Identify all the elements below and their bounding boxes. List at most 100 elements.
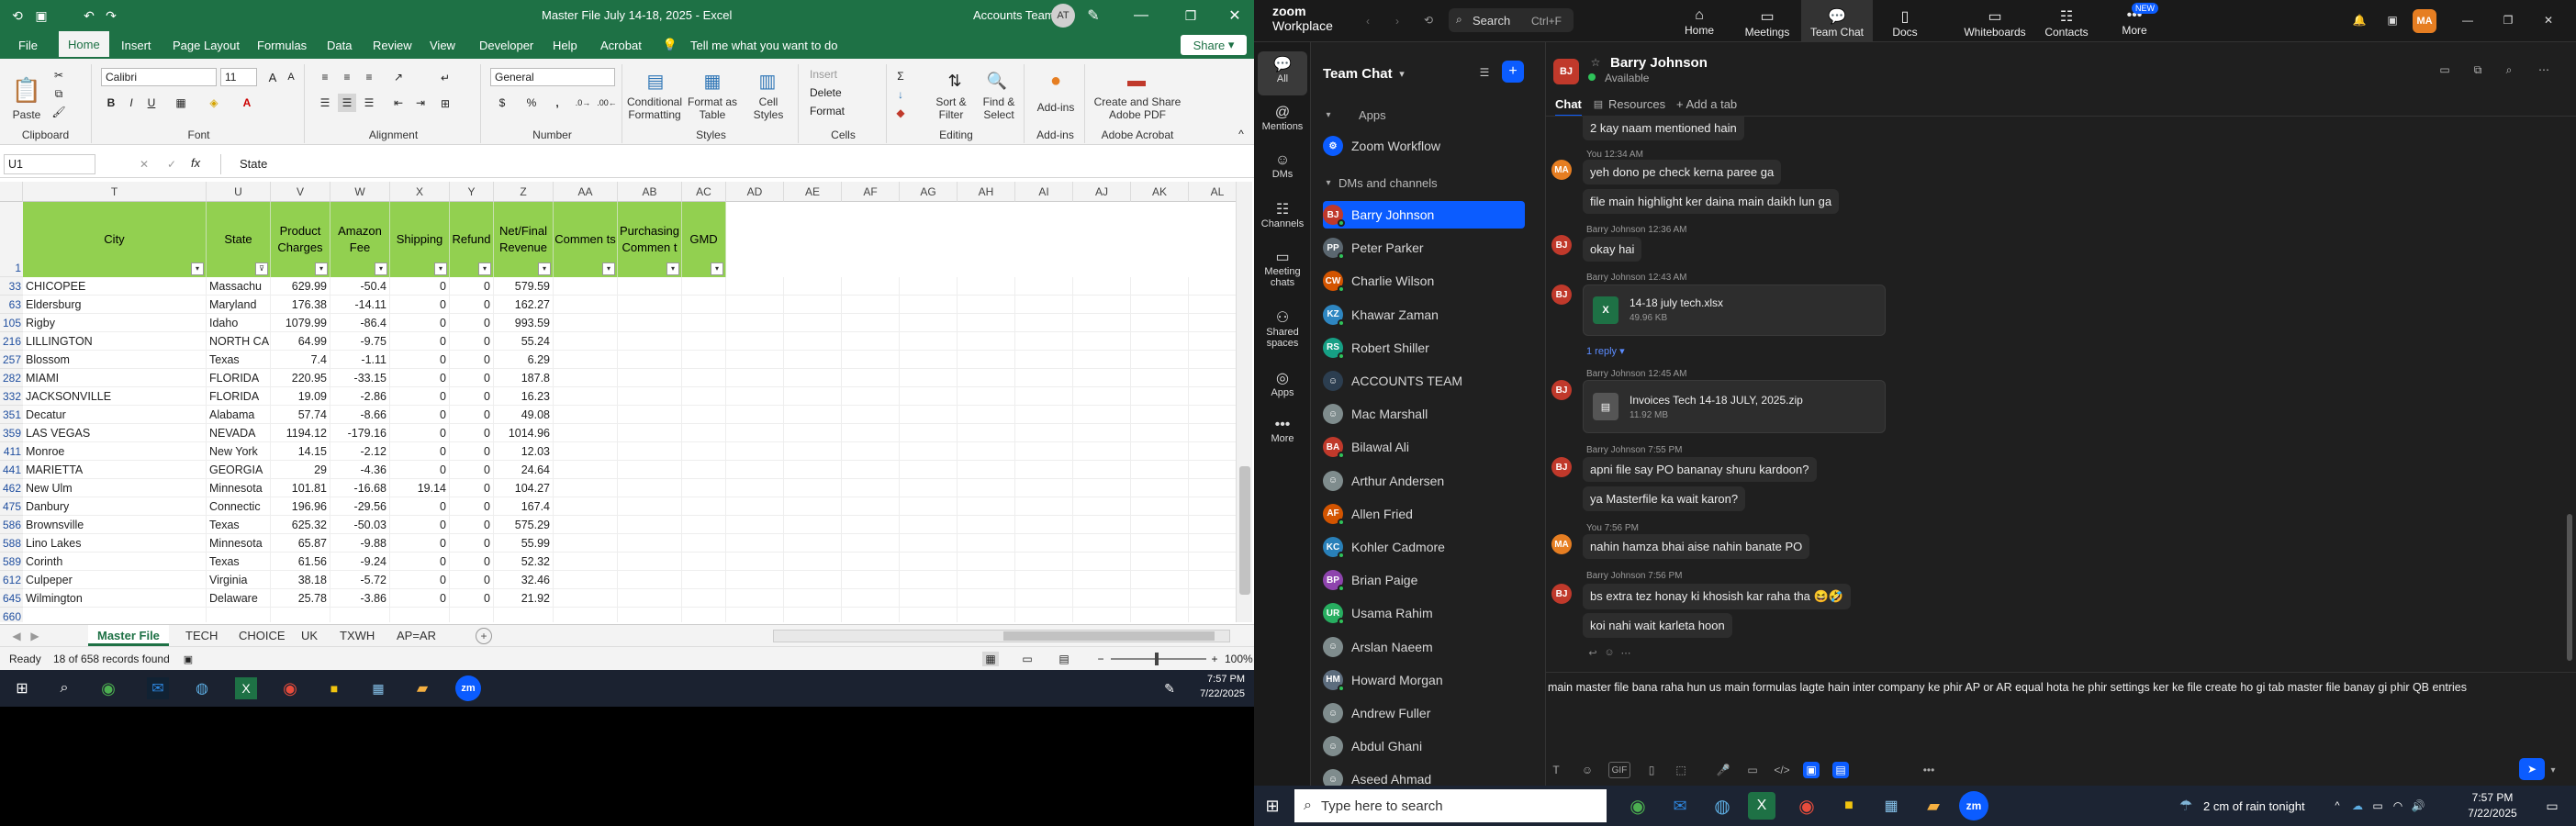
- grid-cell[interactable]: 19.09: [271, 387, 330, 406]
- sidebar-item-contact[interactable]: ☺ Abdul Ghani: [1323, 732, 1534, 760]
- sidebar-item-contact[interactable]: ☺ Arthur Andersen: [1323, 467, 1534, 495]
- empty-cell[interactable]: [784, 406, 842, 424]
- select-all-corner[interactable]: [0, 182, 23, 202]
- empty-cell[interactable]: [1073, 442, 1131, 461]
- pen-icon[interactable]: ✎: [1083, 6, 1103, 26]
- empty-cell[interactable]: [1131, 571, 1189, 589]
- empty-cell[interactable]: [900, 314, 958, 332]
- empty-cell[interactable]: [784, 516, 842, 534]
- calculator-icon[interactable]: ▦: [367, 677, 389, 699]
- nav-home[interactable]: ⌂ Home: [1667, 7, 1731, 37]
- column-header[interactable]: AB: [618, 182, 682, 202]
- grid-cell[interactable]: Minnesota: [207, 534, 271, 553]
- grid-cell[interactable]: MIAMI: [23, 369, 207, 387]
- empty-cell[interactable]: [1015, 589, 1073, 608]
- empty-cell[interactable]: [842, 589, 900, 608]
- message-input[interactable]: main master file bana raha hun us main f…: [1548, 681, 2567, 701]
- header-cell[interactable]: GMD ▾: [682, 202, 726, 277]
- increase-font-icon[interactable]: A: [264, 68, 281, 86]
- sidebar-item-contact[interactable]: ☺ Andrew Fuller: [1323, 699, 1534, 727]
- grid-cell[interactable]: 176.38: [271, 296, 330, 314]
- filter-dropdown-icon[interactable]: ▾: [478, 262, 491, 275]
- grid-cell[interactable]: -8.66: [330, 406, 390, 424]
- grid-cell[interactable]: 625.32: [271, 516, 330, 534]
- align-right-icon[interactable]: ☰: [360, 94, 378, 112]
- column-header[interactable]: Z: [494, 182, 554, 202]
- grid-cell[interactable]: 0: [450, 534, 494, 553]
- empty-cell[interactable]: [1073, 589, 1131, 608]
- empty-cell[interactable]: [900, 442, 958, 461]
- tray-chevron-icon[interactable]: ^: [2330, 798, 2345, 813]
- account-avatar[interactable]: AT: [1051, 4, 1075, 28]
- new-chat-button[interactable]: +: [1502, 61, 1524, 83]
- rail-apps[interactable]: ◎ Apps: [1254, 369, 1311, 398]
- empty-cell[interactable]: [554, 369, 618, 387]
- empty-cell[interactable]: [618, 424, 682, 442]
- column-header[interactable]: AJ: [1073, 182, 1131, 202]
- grid-cell[interactable]: 0: [390, 424, 450, 442]
- grid-cell[interactable]: -50.4: [330, 277, 390, 296]
- grid-cell[interactable]: Lino Lakes: [23, 534, 207, 553]
- grid-cell[interactable]: -5.72: [330, 571, 390, 589]
- empty-cell[interactable]: [618, 351, 682, 369]
- empty-cell[interactable]: [1015, 608, 1073, 622]
- taskbar-explorer-icon[interactable]: ▰: [1917, 789, 1950, 822]
- tab-file[interactable]: File: [18, 39, 38, 52]
- empty-cell[interactable]: [900, 424, 958, 442]
- empty-cell[interactable]: [784, 479, 842, 497]
- notification-center-icon[interactable]: ▭: [2543, 797, 2561, 815]
- empty-cell[interactable]: [726, 424, 784, 442]
- cell-styles-icon[interactable]: ▥: [755, 68, 780, 94]
- sidebar-item-contact[interactable]: ☺ ACCOUNTS TEAM: [1323, 367, 1534, 395]
- empty-cell[interactable]: [1015, 314, 1073, 332]
- empty-cell[interactable]: [1073, 296, 1131, 314]
- format-painter-icon[interactable]: 🖌: [51, 105, 66, 119]
- sidebar-item-contact[interactable]: CW Charlie Wilson: [1323, 267, 1534, 295]
- grid-cell[interactable]: 25.78: [271, 589, 330, 608]
- align-left-icon[interactable]: ☰: [316, 94, 334, 112]
- empty-cell[interactable]: [958, 424, 1015, 442]
- bold-icon[interactable]: B: [103, 94, 119, 112]
- collapse-ribbon-icon[interactable]: ^: [1234, 127, 1249, 141]
- grid-cell[interactable]: 29: [271, 461, 330, 479]
- grid-cell[interactable]: Texas: [207, 516, 271, 534]
- taskbar-app-icon[interactable]: ■: [1832, 789, 1865, 822]
- grid-cell[interactable]: 0: [450, 424, 494, 442]
- empty-cell[interactable]: [842, 608, 900, 622]
- sheet-tab-choice[interactable]: CHOICE: [230, 625, 295, 646]
- empty-cell[interactable]: [1073, 314, 1131, 332]
- empty-cell[interactable]: [958, 461, 1015, 479]
- sidebar-item-contact[interactable]: ☺ Arslan Naeem: [1323, 633, 1534, 661]
- empty-cell[interactable]: [1073, 369, 1131, 387]
- column-header[interactable]: AC: [682, 182, 726, 202]
- send-button[interactable]: ➤: [2519, 758, 2545, 780]
- empty-cell[interactable]: [618, 497, 682, 516]
- file-attachment-xlsx[interactable]: X 14-18 july tech.xlsx 49.96 KB: [1583, 285, 1886, 336]
- grid-cell[interactable]: 0: [390, 553, 450, 571]
- active-filter-icon[interactable]: ⊽: [255, 262, 268, 275]
- empty-cell[interactable]: [1073, 351, 1131, 369]
- back-icon[interactable]: ‹: [1359, 13, 1377, 29]
- row-header[interactable]: 586: [0, 516, 23, 534]
- chat-scrollbar[interactable]: [2567, 514, 2572, 661]
- empty-cell[interactable]: [618, 571, 682, 589]
- header-cell[interactable]: City ▾: [23, 202, 207, 277]
- popout-icon[interactable]: ⧉: [2468, 61, 2488, 79]
- empty-cell[interactable]: [842, 296, 900, 314]
- grid-cell[interactable]: JACKSONVILLE: [23, 387, 207, 406]
- empty-cell[interactable]: [726, 442, 784, 461]
- empty-cell[interactable]: [682, 277, 726, 296]
- header-cell[interactable]: Commen ts ▾: [554, 202, 618, 277]
- empty-cell[interactable]: [726, 497, 784, 516]
- empty-cell[interactable]: [618, 608, 682, 622]
- row-header[interactable]: 411: [0, 442, 23, 461]
- grid-cell[interactable]: Rigby: [23, 314, 207, 332]
- conditional-formatting-button[interactable]: Conditional Formatting: [624, 95, 685, 122]
- zoom-in-icon[interactable]: +: [1208, 652, 1221, 666]
- empty-cell[interactable]: [958, 497, 1015, 516]
- grid-cell[interactable]: LAS VEGAS: [23, 424, 207, 442]
- filter-dropdown-icon[interactable]: ▾: [602, 262, 615, 275]
- filter-dropdown-icon[interactable]: ▾: [315, 262, 328, 275]
- taskbar-calculator-icon[interactable]: ▦: [1875, 789, 1908, 822]
- taskbar-chrome2-icon[interactable]: ◉: [1790, 789, 1823, 822]
